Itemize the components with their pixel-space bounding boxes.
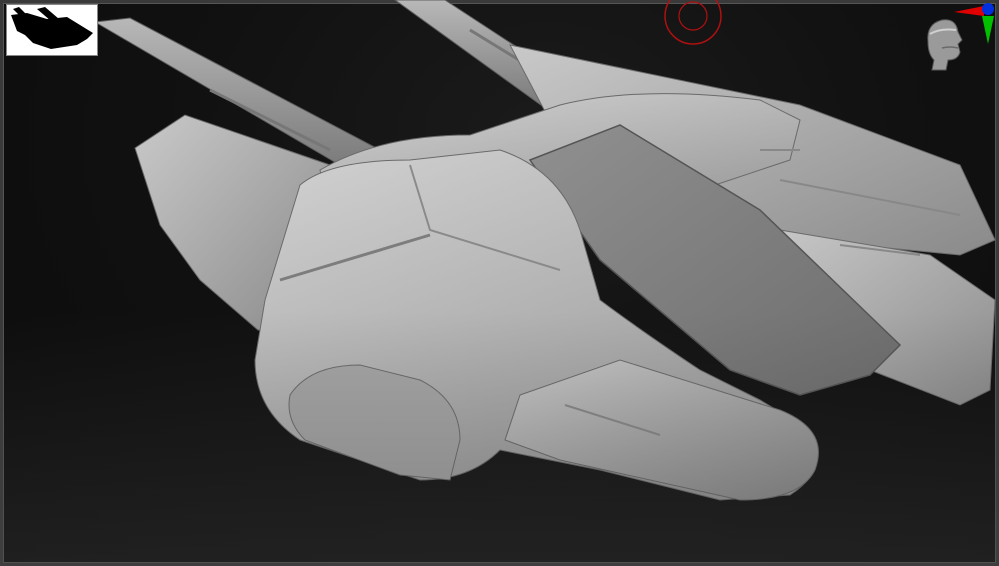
brush-circle-icon[interactable]	[664, 0, 722, 50]
head-orientation-icon[interactable]	[918, 0, 998, 80]
head-icon	[927, 19, 963, 71]
x-axis-arrow-icon	[954, 6, 984, 16]
spaceship-sculpt-model[interactable]	[0, 0, 999, 566]
3d-viewport[interactable]	[0, 0, 999, 566]
thumbnail-preview[interactable]	[6, 4, 98, 56]
z-axis-ball-icon	[982, 3, 994, 15]
ship-silhouette-icon	[11, 7, 93, 49]
y-axis-arrow-icon	[982, 16, 994, 44]
